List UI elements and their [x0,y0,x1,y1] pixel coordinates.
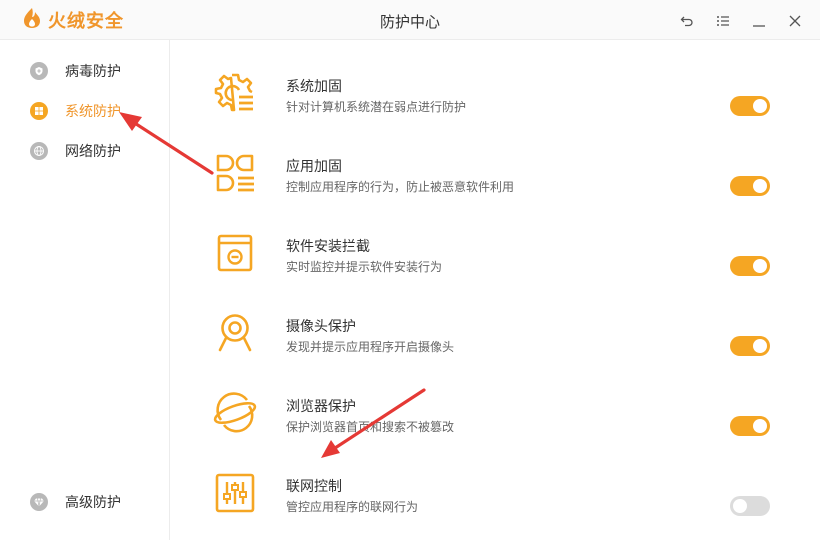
toggle-switch[interactable] [730,176,770,196]
row-title: 系统加固 [286,78,342,94]
virus-shield-icon [30,62,48,80]
toggle-knob [753,339,767,353]
globe-icon [30,142,48,160]
row-desc: 发现并提示应用程序开启摄像头 [286,340,455,354]
menu-icon[interactable] [712,10,734,32]
sidebar-item-network-protection[interactable]: 网络防护 [30,139,121,163]
close-icon[interactable] [784,10,806,32]
sidebar-item-label: 高级防护 [65,494,121,510]
windows-icon [30,102,48,120]
list-item: 软件安装拦截 实时监控并提示软件安装行为 [170,210,820,290]
install-block-icon [212,230,258,276]
sidebar-item-label: 系统防护 [65,103,121,119]
gear-list-icon [212,70,258,116]
network-control-icon [212,470,258,516]
sidebar-item-system-protection[interactable]: 系统防护 [30,99,121,123]
row-title: 浏览器保护 [286,398,356,414]
toggle-switch[interactable] [730,256,770,276]
toggle-knob [753,259,767,273]
toggle-switch[interactable] [730,416,770,436]
list-item: 浏览器保护 保护浏览器首页和搜索不被篡改 [170,370,820,450]
toggle-switch[interactable] [730,336,770,356]
row-title: 软件安装拦截 [286,238,370,254]
row-desc: 实时监控并提示软件安装行为 [286,260,443,274]
row-desc: 针对计算机系统潜在弱点进行防护 [286,100,467,114]
planet-icon [212,390,258,436]
minimize-icon[interactable] [748,10,770,32]
sidebar: 病毒防护 系统防护 网络防护 高级防护 [0,40,170,540]
row-title: 应用加固 [286,158,342,174]
row-desc: 管控应用程序的联网行为 [286,500,419,514]
toggle-knob [733,499,747,513]
toggle-knob [753,419,767,433]
window-controls [676,10,806,32]
list-item: 应用加固 控制应用程序的行为，防止被恶意软件利用 [170,130,820,210]
list-item: 系统加固 针对计算机系统潜在弱点进行防护 [170,50,820,130]
toggle-switch[interactable] [730,496,770,516]
webcam-icon [212,310,258,356]
toggle-switch[interactable] [730,96,770,116]
row-desc: 控制应用程序的行为，防止被恶意软件利用 [286,180,515,194]
title-bar: 火绒安全 防护中心 [0,0,820,40]
row-title: 联网控制 [286,478,342,494]
sidebar-item-virus-protection[interactable]: 病毒防护 [30,59,121,83]
toggle-knob [753,99,767,113]
apps-icon [212,150,258,196]
list-item: 联网控制 管控应用程序的联网行为 [170,450,820,530]
row-desc: 保护浏览器首页和搜索不被篡改 [286,420,455,434]
sidebar-item-label: 网络防护 [65,143,121,159]
row-title: 摄像头保护 [286,318,356,334]
protection-list: 系统加固 针对计算机系统潜在弱点进行防护 应用加固 控制应用程序的行为，防止被恶… [170,40,820,540]
sidebar-item-label: 病毒防护 [65,63,121,79]
back-icon[interactable] [676,10,698,32]
sidebar-item-advanced-protection[interactable]: 高级防护 [30,490,121,514]
list-item: 摄像头保护 发现并提示应用程序开启摄像头 [170,290,820,370]
gem-icon [30,493,48,511]
toggle-knob [753,179,767,193]
